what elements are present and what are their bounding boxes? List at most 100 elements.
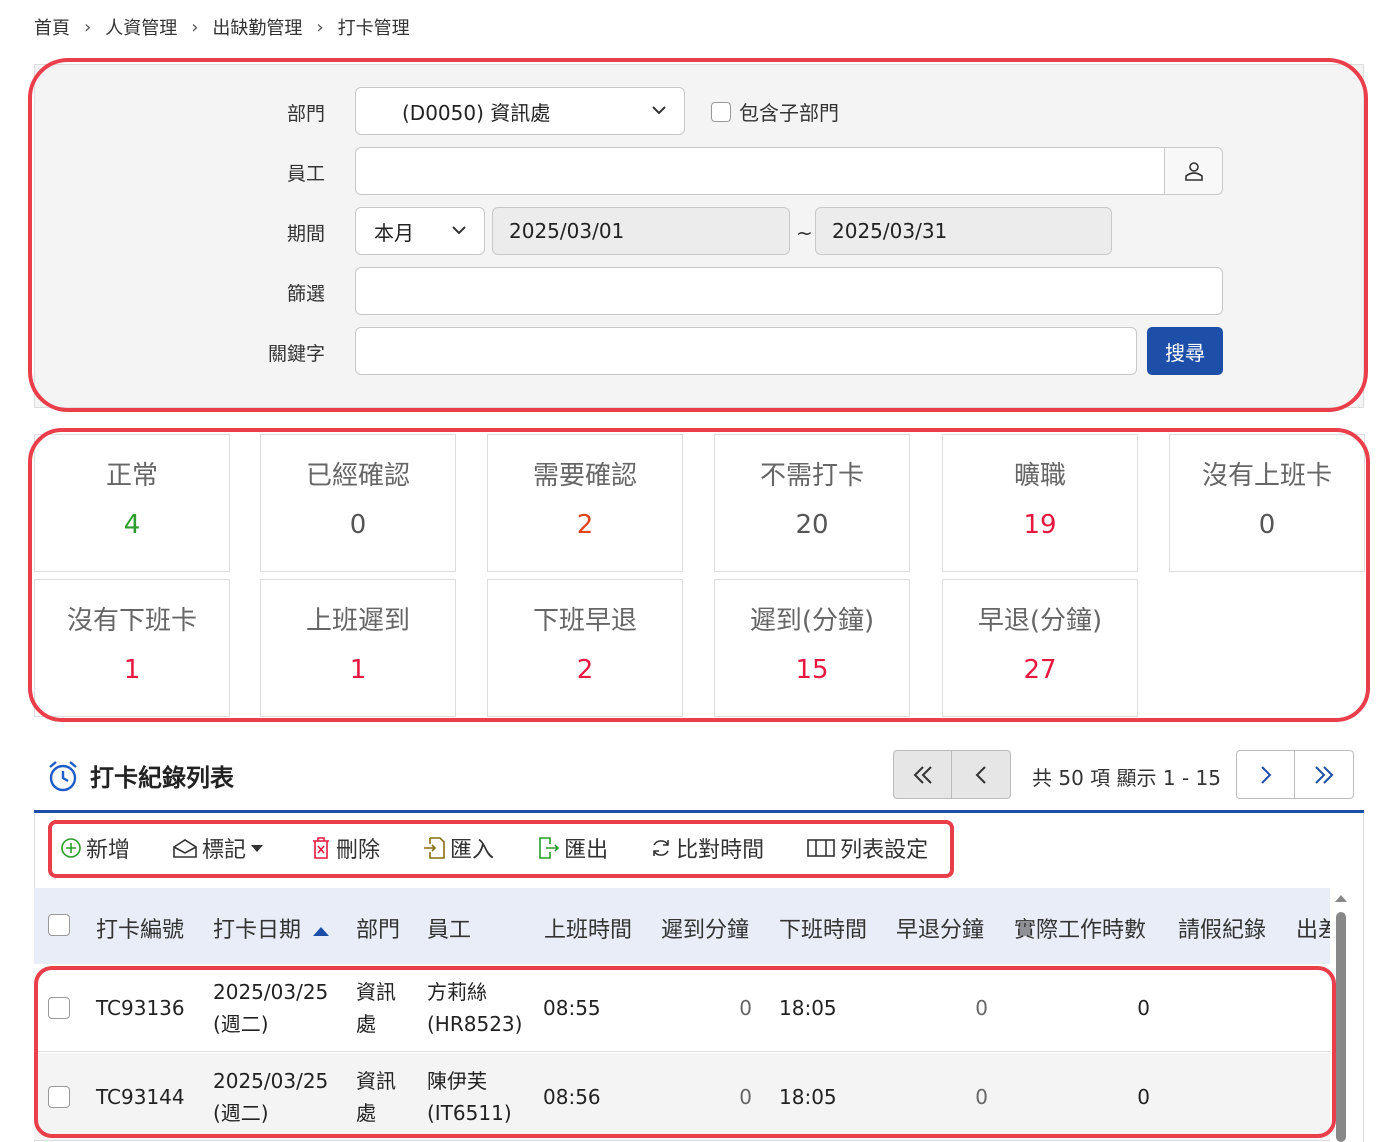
screen-input[interactable]	[355, 267, 1223, 315]
table-row[interactable]: TC93144 2025/03/25 (週二) 資訊 處 陳伊芙 (IT6511…	[34, 1053, 1330, 1141]
breadcrumb-hr[interactable]: 人資管理	[105, 14, 177, 40]
row-checkbox[interactable]	[48, 997, 70, 1019]
cell-dept: 資訊	[356, 1069, 396, 1093]
table-scrollbar[interactable]	[1334, 888, 1348, 1142]
cell-clock-in: 08:55	[543, 996, 601, 1020]
employee-picker-button[interactable]	[1164, 148, 1222, 194]
cell-dept-cont: 處	[356, 1012, 376, 1036]
period-preset-select[interactable]: 本月	[355, 207, 485, 255]
add-button[interactable]: 新增	[60, 832, 130, 864]
trash-icon	[313, 837, 330, 859]
table-row[interactable]: TC93136 2025/03/25 (週二) 資訊 處 方莉絲 (HR8523…	[34, 964, 1330, 1052]
include-sub-dept-checkbox[interactable]: 包含子部門	[711, 97, 839, 126]
cell-work-hours: 0	[1137, 996, 1150, 1020]
col-header-late-min[interactable]: 遲到分鐘	[661, 912, 749, 944]
department-select[interactable]: (D0050) 資訊處	[355, 87, 685, 135]
cell-dept: 資訊	[356, 980, 396, 1004]
include-sub-dept-label: 包含子部門	[739, 101, 839, 125]
breadcrumb-attendance[interactable]: 出缺勤管理	[212, 14, 302, 40]
table-header: 打卡編號 打卡日期 部門 員工 上班時間 遲到分鐘 下班時間 早退分鐘 實際工作…	[34, 888, 1330, 964]
col-header-clock-out[interactable]: 下班時間	[779, 912, 867, 944]
last-page-button[interactable]	[1295, 751, 1353, 798]
stat-card-no-clock-out[interactable]: 沒有下班卡 1	[34, 579, 230, 717]
stat-card-normal[interactable]: 正常 4	[34, 434, 230, 572]
scroll-up-icon[interactable]	[1334, 892, 1348, 904]
breadcrumb: 首頁 › 人資管理 › 出缺勤管理 › 打卡管理	[34, 14, 410, 40]
scrollbar-thumb[interactable]	[1336, 912, 1346, 1142]
col-header-early-min[interactable]: 早退分鐘	[896, 912, 984, 944]
col-header-clock-in[interactable]: 上班時間	[544, 912, 632, 944]
compare-time-button[interactable]: 比對時間	[650, 832, 764, 864]
first-page-button[interactable]	[894, 751, 952, 798]
keyword-input[interactable]	[355, 327, 1137, 375]
toolbar: 新增 標記 刪除 匯入 匯出 比對時間 列表設定	[60, 832, 970, 864]
refresh-icon	[653, 840, 669, 856]
date-to-input[interactable]: 2025/03/31	[815, 207, 1112, 255]
cell-weekday: (週二)	[213, 1101, 269, 1125]
chevron-left-icon	[975, 765, 986, 784]
person-icon	[1184, 162, 1203, 181]
keyword-label: 關鍵字	[267, 343, 325, 365]
stat-card-confirmed[interactable]: 已經確認 0	[260, 434, 456, 572]
search-button[interactable]: 搜尋	[1147, 327, 1223, 375]
chevron-right-icon: ›	[191, 16, 199, 38]
cell-late-min: 0	[739, 996, 752, 1020]
stat-card-late-minutes[interactable]: 遲到(分鐘) 15	[714, 579, 910, 717]
col-header-employee[interactable]: 員工	[427, 912, 471, 944]
envelope-open-icon	[173, 839, 197, 858]
date-from-input[interactable]: 2025/03/01	[492, 207, 790, 255]
caret-down-icon	[251, 845, 264, 852]
col-header-trip[interactable]: 出差	[1296, 912, 1330, 944]
column-settings-button[interactable]: 列表設定	[806, 832, 928, 864]
stat-card-early-minutes[interactable]: 早退(分鐘) 27	[942, 579, 1138, 717]
col-header-work-hours[interactable]: 實際工作時數	[1014, 912, 1146, 944]
col-header-date[interactable]: 打卡日期	[213, 912, 330, 944]
stat-card-no-punch-needed[interactable]: 不需打卡 20	[714, 434, 910, 572]
row-checkbox[interactable]	[48, 1086, 70, 1108]
department-label: 部門	[286, 103, 325, 125]
cell-employee-name: 方莉絲	[427, 980, 487, 1004]
col-header-dept[interactable]: 部門	[356, 912, 400, 944]
chevron-down-icon	[652, 106, 666, 115]
chevron-right-icon: ›	[84, 16, 92, 38]
export-icon	[539, 837, 560, 859]
pager-next-group	[1236, 750, 1354, 799]
chevron-right-icon	[1260, 765, 1271, 784]
stat-card-absent[interactable]: 曠職 19	[942, 434, 1138, 572]
export-button[interactable]: 匯出	[536, 832, 608, 864]
stat-card-leave-early[interactable]: 下班早退 2	[487, 579, 683, 717]
department-value: (D0050) 資訊處	[402, 100, 551, 125]
stat-card-need-confirm[interactable]: 需要確認 2	[487, 434, 683, 572]
double-chevron-left-icon	[913, 765, 932, 784]
import-button[interactable]: 匯入	[422, 832, 494, 864]
delete-button[interactable]: 刪除	[310, 832, 380, 864]
col-header-id[interactable]: 打卡編號	[96, 912, 184, 944]
next-page-button[interactable]	[1237, 751, 1295, 798]
plus-circle-icon	[61, 838, 81, 858]
cell-early-min: 0	[975, 996, 988, 1020]
employee-field[interactable]	[355, 147, 1223, 195]
cell-employee-code: (HR8523)	[427, 1012, 523, 1036]
select-all-checkbox[interactable]	[48, 914, 70, 936]
screen-label: 篩選	[286, 283, 325, 305]
cell-clock-in: 08:56	[543, 1085, 601, 1109]
checkbox-icon[interactable]	[711, 101, 731, 122]
cell-clock-out: 18:05	[779, 996, 837, 1020]
employee-label: 員工	[286, 163, 325, 185]
cell-employee-name: 陳伊芙	[427, 1069, 487, 1093]
stat-card-no-clock-in[interactable]: 沒有上班卡 0	[1169, 434, 1365, 572]
mark-dropdown-button[interactable]: 標記	[172, 832, 268, 864]
cell-date: 2025/03/25	[213, 1069, 329, 1093]
breadcrumb-home[interactable]: 首頁	[34, 14, 70, 40]
columns-icon	[807, 839, 835, 857]
prev-page-button[interactable]	[952, 751, 1010, 798]
chevron-right-icon: ›	[316, 16, 324, 38]
stat-card-late[interactable]: 上班遲到 1	[260, 579, 456, 717]
col-header-leave[interactable]: 請假紀錄	[1178, 912, 1266, 944]
cell-dept-cont: 處	[356, 1101, 376, 1125]
cell-id: TC93136	[96, 996, 185, 1020]
list-title-text: 打卡紀錄列表	[90, 764, 234, 792]
cell-weekday: (週二)	[213, 1012, 269, 1036]
period-label: 期間	[286, 223, 325, 245]
pager-info: 共 50 項 顯示 1 - 15	[1032, 766, 1221, 790]
